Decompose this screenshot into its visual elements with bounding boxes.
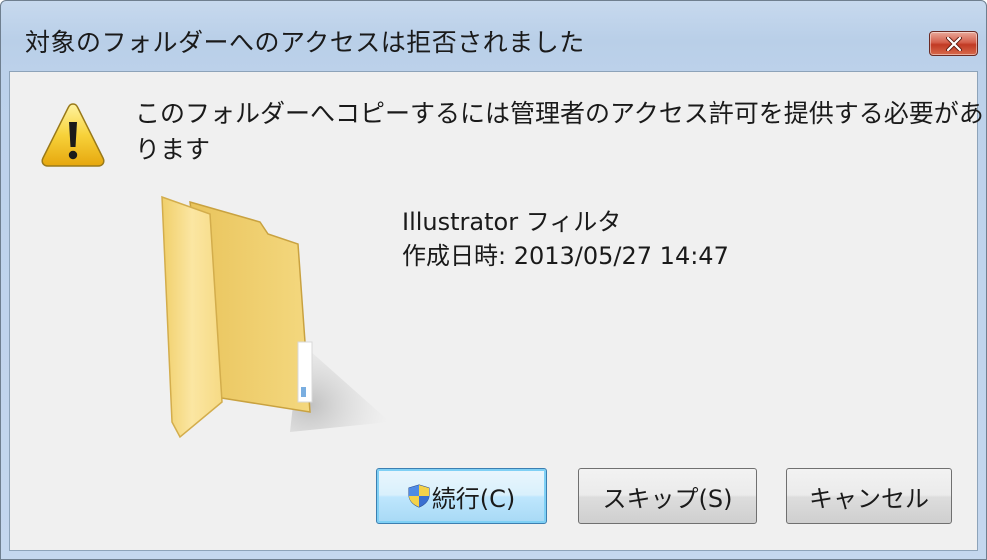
cancel-button[interactable]: キャンセル [786, 468, 952, 524]
dialog-message: このフォルダーへコピーするには管理者のアクセス許可を提供する必要があ ります [135, 96, 984, 168]
skip-button-label: スキップ(S) [602, 484, 733, 513]
item-name: Illustrator フィルタ [402, 208, 622, 236]
folder-icon [161, 195, 390, 439]
item-created-date: 作成日時: 2013/05/27 14:47 [402, 242, 729, 270]
dialog-body: このフォルダーへコピーするには管理者のアクセス許可を提供する必要があ ります I… [9, 71, 984, 551]
title-bar[interactable]: 対象のフォルダーへのアクセスは拒否されました [1, 1, 986, 71]
warning-triangle-icon [41, 103, 105, 167]
message-line-1: このフォルダーへコピーするには管理者のアクセス許可を提供する必要があ [135, 99, 984, 128]
message-line-2: ります [135, 135, 211, 164]
skip-button[interactable]: スキップ(S) [578, 468, 757, 524]
dialog-window: 対象のフォルダーへのアクセスは拒否されました このフォルダーへコピーするには管理… [0, 0, 987, 560]
dialog-title: 対象のフォルダーへのアクセスは拒否されました [25, 28, 585, 57]
cancel-button-label: キャンセル [809, 484, 929, 513]
continue-button-label: 続行(C) [431, 484, 516, 513]
uac-shield-icon [408, 484, 430, 508]
close-button[interactable] [929, 31, 978, 56]
close-icon [946, 37, 962, 51]
continue-button[interactable]: 続行(C) [376, 468, 547, 524]
